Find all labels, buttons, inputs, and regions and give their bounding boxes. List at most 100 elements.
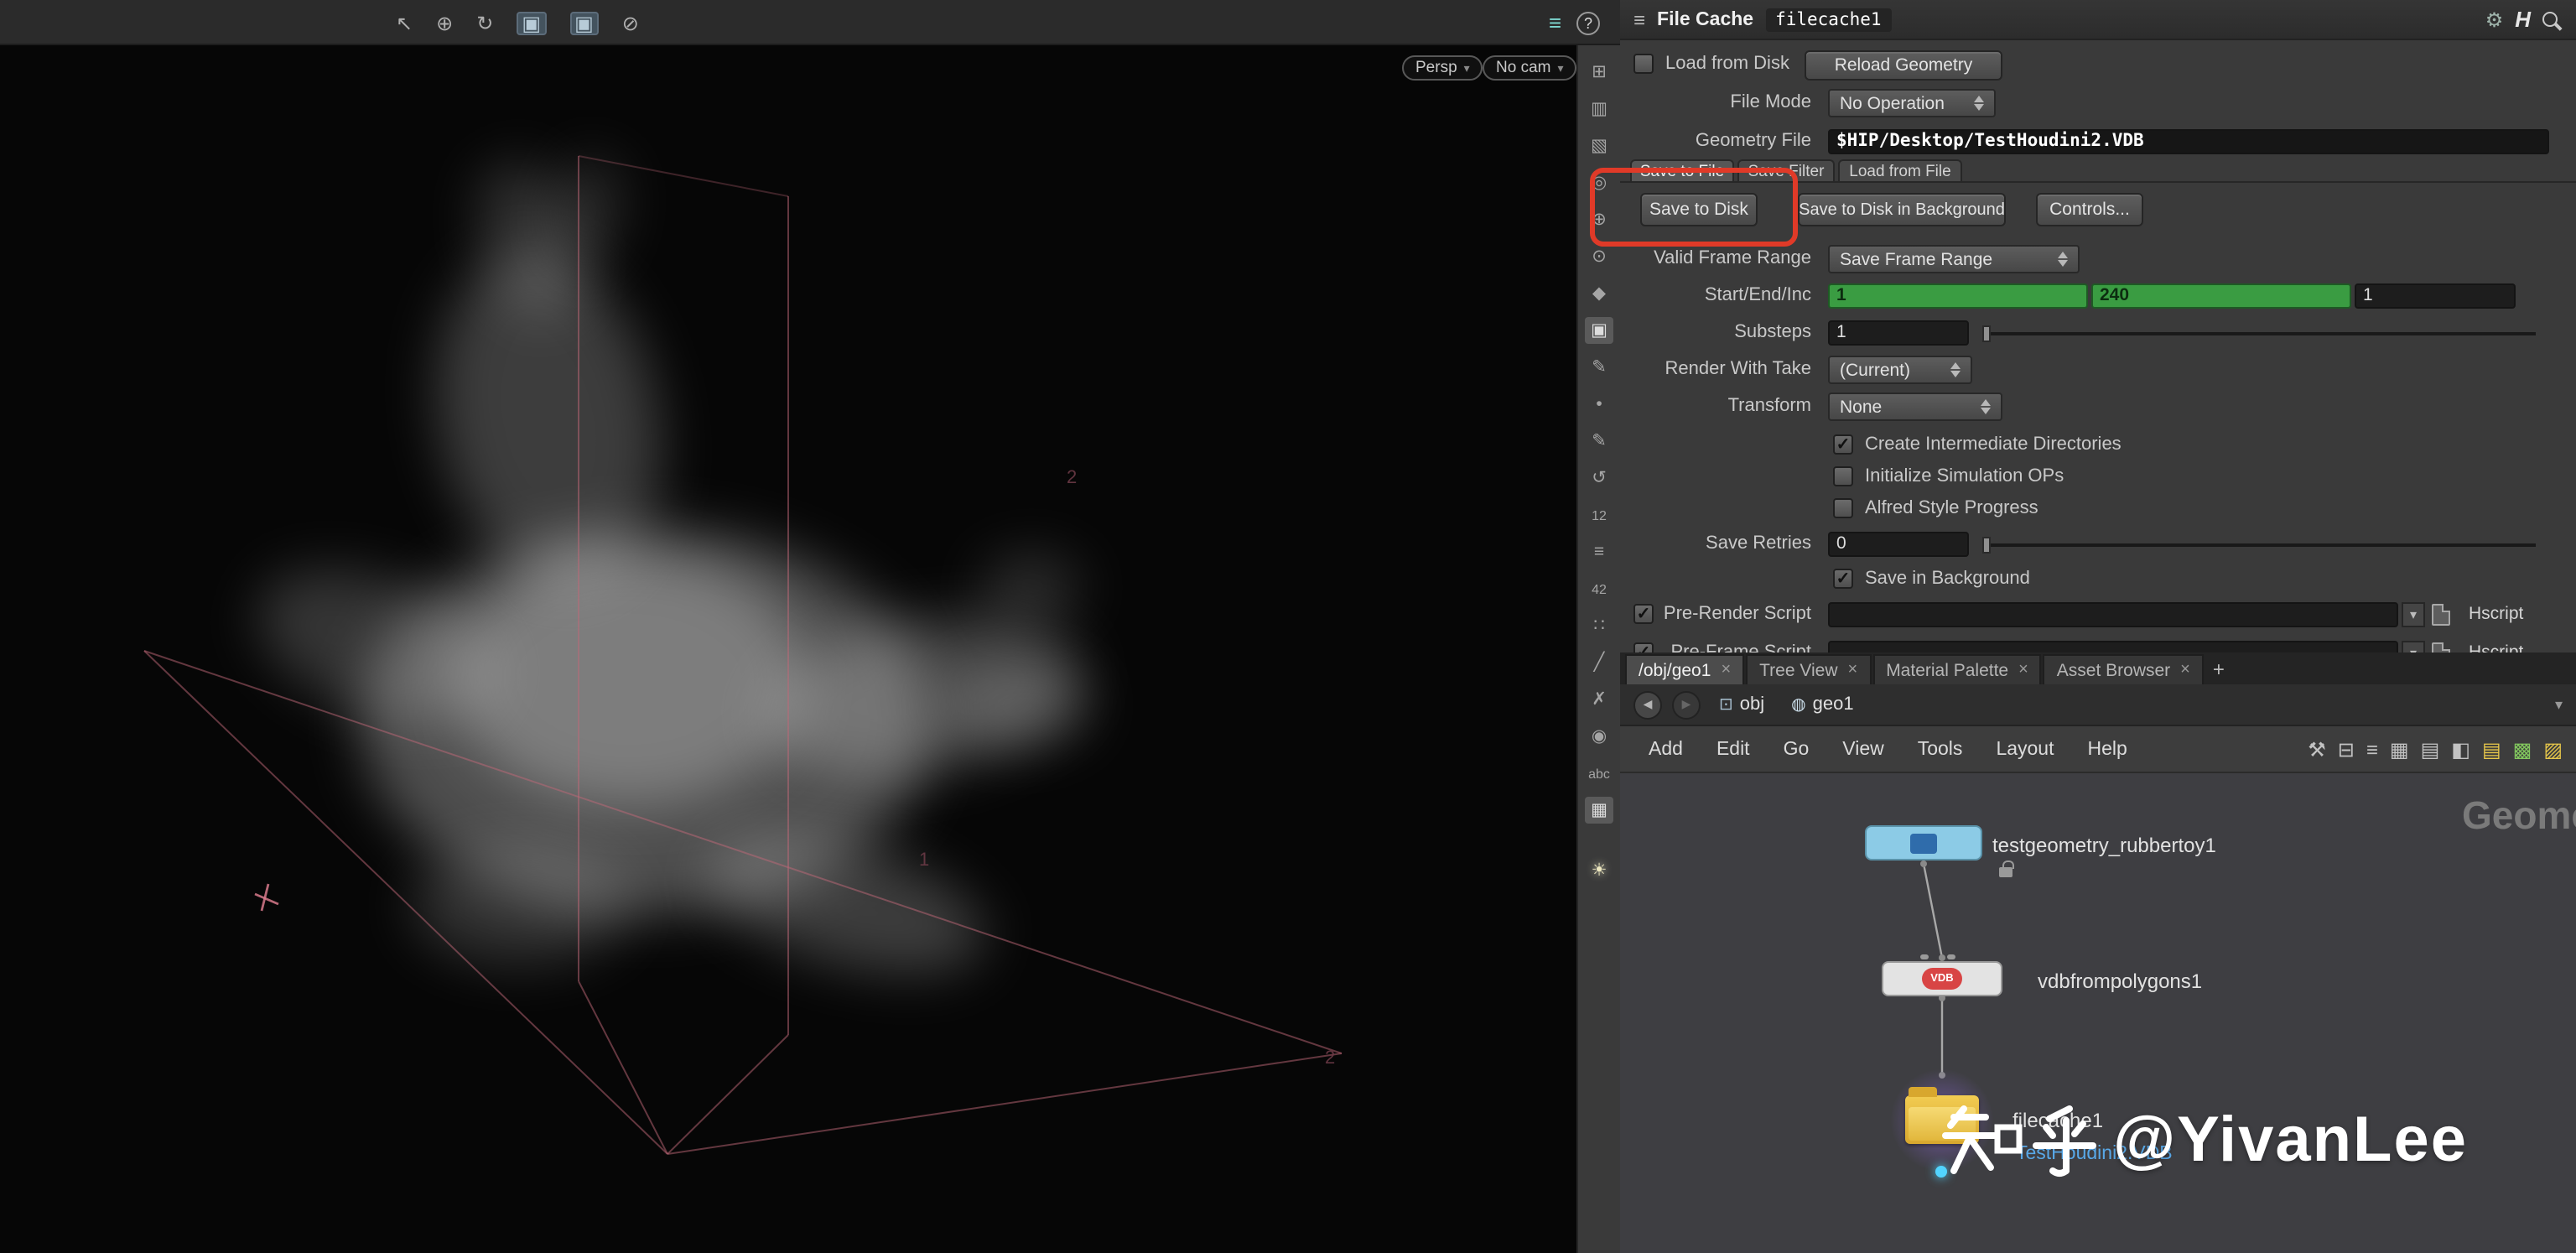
substeps-input[interactable]: 1: [1828, 320, 1969, 346]
list-icon[interactable]: ≡: [2366, 739, 2378, 759]
frame-count-icon[interactable]: 12: [1585, 502, 1613, 528]
scene-viewport[interactable]: 1 2 2 Persp ▾ No cam ▾: [0, 45, 1576, 1253]
valid-frame-range-dropdown[interactable]: Save Frame Range: [1828, 245, 2080, 273]
menu-view[interactable]: View: [1827, 734, 1898, 764]
select-tool-icon[interactable]: ↖: [396, 13, 413, 33]
ruler-icon[interactable]: ╱: [1585, 649, 1613, 676]
record-icon[interactable]: ◉: [1585, 723, 1613, 750]
input-connector[interactable]: [1947, 954, 1955, 959]
controls-button[interactable]: Controls...: [2036, 193, 2143, 226]
init-sim-checkbox[interactable]: [1833, 466, 1853, 486]
reset-view-icon[interactable]: ↺: [1585, 465, 1613, 491]
alfred-checkbox[interactable]: [1833, 498, 1853, 518]
frame-end-input[interactable]: 240: [2091, 283, 2351, 309]
palette-icon[interactable]: ▩: [2513, 739, 2532, 759]
new-pane-icon[interactable]: ▨: [2543, 739, 2563, 759]
pre-render-input[interactable]: [1828, 602, 2398, 627]
load-from-disk-checkbox[interactable]: [1633, 54, 1654, 74]
pane-tab-material-palette[interactable]: Material Palette ×: [1872, 654, 2042, 684]
file-mode-dropdown[interactable]: No Operation: [1828, 89, 1996, 117]
spinner-arrows-icon[interactable]: [2058, 252, 2068, 267]
tab-load-from-file[interactable]: Load from File: [1838, 159, 1962, 181]
tools-icon[interactable]: ⚒: [2308, 739, 2326, 759]
help-icon[interactable]: ?: [1576, 11, 1600, 34]
camera-select-button[interactable]: No cam ▾: [1483, 55, 1576, 81]
node-list-icon[interactable]: ⊟: [2338, 739, 2355, 759]
menu-layout[interactable]: Layout: [1981, 734, 2069, 764]
breadcrumb-obj[interactable]: ⊡ obj: [1711, 693, 1773, 716]
node-name-field[interactable]: filecache1: [1765, 8, 1891, 31]
point-count-icon[interactable]: 42: [1585, 575, 1613, 602]
pane-layout-icon[interactable]: ⊞: [1585, 59, 1613, 86]
script-editor-icon[interactable]: [2432, 642, 2450, 652]
reload-geometry-button[interactable]: Reload Geometry: [1805, 50, 2002, 81]
menu-tools[interactable]: Tools: [1903, 734, 1978, 764]
geometry-file-input[interactable]: $HIP/Desktop/TestHoudini2.VDB: [1828, 129, 2549, 154]
snap-frame-icon[interactable]: ▣: [569, 11, 599, 34]
create-dirs-checkbox[interactable]: ✓: [1833, 434, 1853, 455]
forward-button[interactable]: ▶: [1672, 690, 1701, 719]
spinner-arrows-icon[interactable]: [1981, 399, 1991, 414]
display-options-icon[interactable]: ≡: [1549, 12, 1561, 34]
save-to-disk-background-button[interactable]: Save to Disk in Background: [1798, 193, 2006, 226]
node-vdbfrompolygons[interactable]: VDB: [1882, 961, 2002, 996]
menu-add[interactable]: Add: [1633, 734, 1698, 764]
script-language-label[interactable]: Hscript: [2469, 601, 2523, 629]
draw-icon[interactable]: ✎: [1585, 354, 1613, 381]
notes-icon[interactable]: ▤: [2482, 739, 2501, 759]
split-pane-icon[interactable]: ◧: [2451, 739, 2470, 759]
close-icon[interactable]: ×: [1721, 661, 1731, 679]
render-with-take-dropdown[interactable]: (Current): [1828, 356, 1972, 384]
close-icon[interactable]: ×: [1848, 661, 1858, 679]
save-in-bg-checkbox[interactable]: ✓: [1833, 569, 1853, 589]
cut-icon[interactable]: ✗: [1585, 686, 1613, 713]
list-display-icon[interactable]: ≡: [1585, 538, 1613, 565]
breadcrumb-geo1[interactable]: ◍ geo1: [1783, 693, 1862, 716]
pane-tab-tree-view[interactable]: Tree View ×: [1746, 654, 1871, 684]
move-tool-icon[interactable]: ⊕: [436, 13, 453, 33]
light-icon[interactable]: ⊙: [1585, 243, 1613, 270]
slider-handle[interactable]: [1982, 325, 1991, 342]
menu-edit[interactable]: Edit: [1701, 734, 1765, 764]
spinner-arrows-icon[interactable]: [1974, 96, 1984, 111]
point-display-icon[interactable]: •: [1585, 391, 1613, 418]
chevron-down-icon[interactable]: ▾: [2555, 695, 2563, 714]
save-retries-slider[interactable]: [1982, 543, 2536, 547]
grid-points-icon[interactable]: ∷: [1585, 612, 1613, 639]
pre-frame-input[interactable]: [1828, 641, 2398, 652]
grid-view-icon[interactable]: ▦: [2390, 739, 2409, 759]
lamp-icon[interactable]: ☀: [1585, 857, 1613, 884]
persp-view-button[interactable]: Persp ▾: [1402, 55, 1483, 81]
view-mode-icon[interactable]: ▥: [1585, 96, 1613, 122]
spinner-arrows-icon[interactable]: [1950, 362, 1961, 377]
pane-tab-obj-geo1[interactable]: /obj/geo1 ×: [1625, 654, 1744, 684]
list-view-icon[interactable]: ▤: [2421, 739, 2440, 759]
menu-help[interactable]: Help: [2073, 734, 2142, 764]
save-retries-input[interactable]: 0: [1828, 532, 1969, 557]
script-language-label[interactable]: Hscript: [2469, 639, 2523, 652]
close-icon[interactable]: ×: [2180, 661, 2190, 679]
gear-icon[interactable]: ⚙: [2485, 8, 2504, 31]
input-connector[interactable]: [1920, 954, 1929, 959]
menu-go[interactable]: Go: [1768, 734, 1825, 764]
network-editor[interactable]: Geometr testgeometry_rubbertoy1 VDB vdbf…: [1620, 773, 2576, 1253]
text-display-icon[interactable]: abc: [1585, 760, 1613, 787]
close-icon[interactable]: ×: [2018, 661, 2028, 679]
slider-handle[interactable]: [1982, 537, 1991, 554]
add-tab-button[interactable]: +: [2205, 654, 2232, 684]
expression-menu-icon[interactable]: ▾: [2402, 641, 2425, 652]
image-plane-icon[interactable]: ▦: [1585, 797, 1613, 824]
node-testgeometry-rubbertoy[interactable]: [1865, 825, 1982, 860]
snap-grid-icon[interactable]: ▣: [517, 11, 546, 34]
snap-toggle-icon[interactable]: ▣: [1585, 317, 1613, 344]
material-icon[interactable]: ◆: [1585, 280, 1613, 307]
substeps-slider[interactable]: [1982, 332, 2536, 335]
parm-list-icon[interactable]: ≡: [1633, 8, 1645, 31]
search-icon[interactable]: [2542, 12, 2558, 27]
expression-menu-icon[interactable]: ▾: [2402, 602, 2425, 627]
pane-tab-asset-browser[interactable]: Asset Browser ×: [2044, 654, 2204, 684]
script-editor-icon[interactable]: [2432, 604, 2450, 626]
frame-start-input[interactable]: 1: [1828, 283, 2088, 309]
pencil-icon[interactable]: ✎: [1585, 428, 1613, 455]
frame-inc-input[interactable]: 1: [2355, 283, 2516, 309]
